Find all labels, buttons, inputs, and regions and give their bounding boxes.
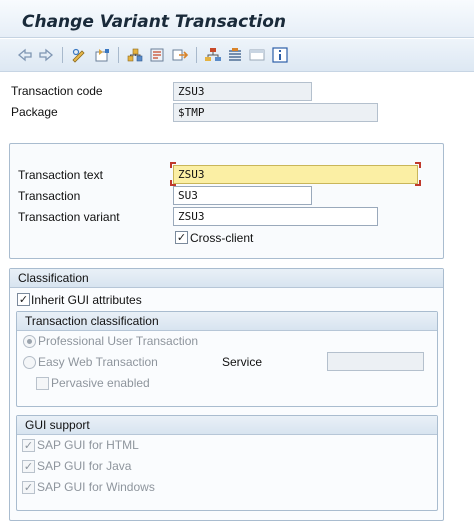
gui-html-label: SAP GUI for HTML <box>37 438 139 452</box>
title-bar: Change Variant Transaction <box>0 0 474 38</box>
export-icon[interactable] <box>171 47 189 63</box>
application-toolbar <box>0 39 474 72</box>
professional-user-radio[interactable] <box>23 335 36 348</box>
pervasive-checkbox[interactable] <box>36 377 49 390</box>
transaction-variant-label: Transaction variant <box>18 210 120 224</box>
page-title: Change Variant Transaction <box>22 12 286 32</box>
cross-client-label: Cross-client <box>190 231 254 245</box>
gui-support-title: GUI support <box>25 418 90 432</box>
easy-web-radio[interactable] <box>23 356 36 369</box>
other-object-icon[interactable] <box>93 47 111 63</box>
transaction-text-label: Transaction text <box>18 168 103 182</box>
bookmark-stack-icon[interactable] <box>226 47 244 63</box>
gui-windows-label: SAP GUI for Windows <box>37 480 155 494</box>
service-label: Service <box>222 355 263 369</box>
where-used-icon[interactable] <box>126 47 144 63</box>
hierarchy-icon[interactable] <box>204 47 222 63</box>
display-change-icon[interactable] <box>70 47 88 63</box>
gui-java-checkbox[interactable]: ✓ <box>22 460 35 473</box>
transaction-code-field: ZSU3 <box>173 82 312 101</box>
transaction-variant-field[interactable]: ZSU3 <box>173 207 378 226</box>
back-arrow-icon[interactable] <box>16 47 34 63</box>
service-field <box>327 352 424 371</box>
package-field: $TMP <box>173 103 378 122</box>
info-icon[interactable] <box>271 47 289 63</box>
transaction-text-field[interactable]: ZSU3 <box>173 165 418 184</box>
gui-html-checkbox[interactable]: ✓ <box>22 439 35 452</box>
toolbar-separator <box>118 47 119 63</box>
pervasive-label: Pervasive enabled <box>51 376 150 390</box>
toolbar-separator <box>196 47 197 63</box>
professional-user-label: Professional User Transaction <box>38 334 199 348</box>
transaction-field[interactable]: SU3 <box>173 186 312 205</box>
transaction-classification-title: Transaction classification <box>25 314 159 328</box>
transaction-code-label: Transaction code <box>11 84 103 98</box>
gui-windows-checkbox[interactable]: ✓ <box>22 481 35 494</box>
inherit-gui-checkbox[interactable]: ✓ <box>17 293 30 306</box>
cross-client-checkbox[interactable]: ✓ <box>175 231 188 244</box>
transaction-label: Transaction <box>18 189 81 203</box>
toolbar-separator <box>62 47 63 63</box>
inherit-gui-label: Inherit GUI attributes <box>31 293 142 307</box>
window-icon[interactable] <box>248 47 266 63</box>
gui-java-label: SAP GUI for Java <box>37 459 132 473</box>
package-label: Package <box>11 105 58 119</box>
forward-arrow-icon[interactable] <box>37 47 55 63</box>
classification-title: Classification <box>18 271 89 285</box>
easy-web-label: Easy Web Transaction <box>38 355 158 369</box>
generate-icon[interactable] <box>148 47 166 63</box>
